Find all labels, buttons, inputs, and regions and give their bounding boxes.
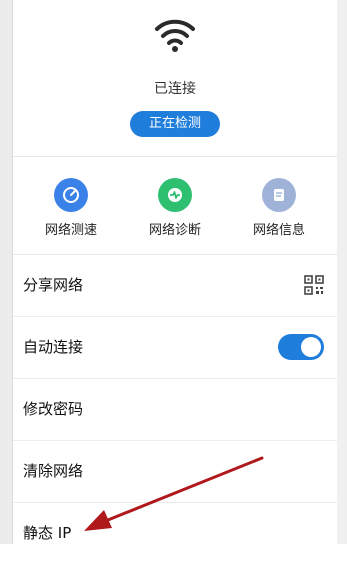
annotation-arrow-icon [84, 456, 264, 531]
